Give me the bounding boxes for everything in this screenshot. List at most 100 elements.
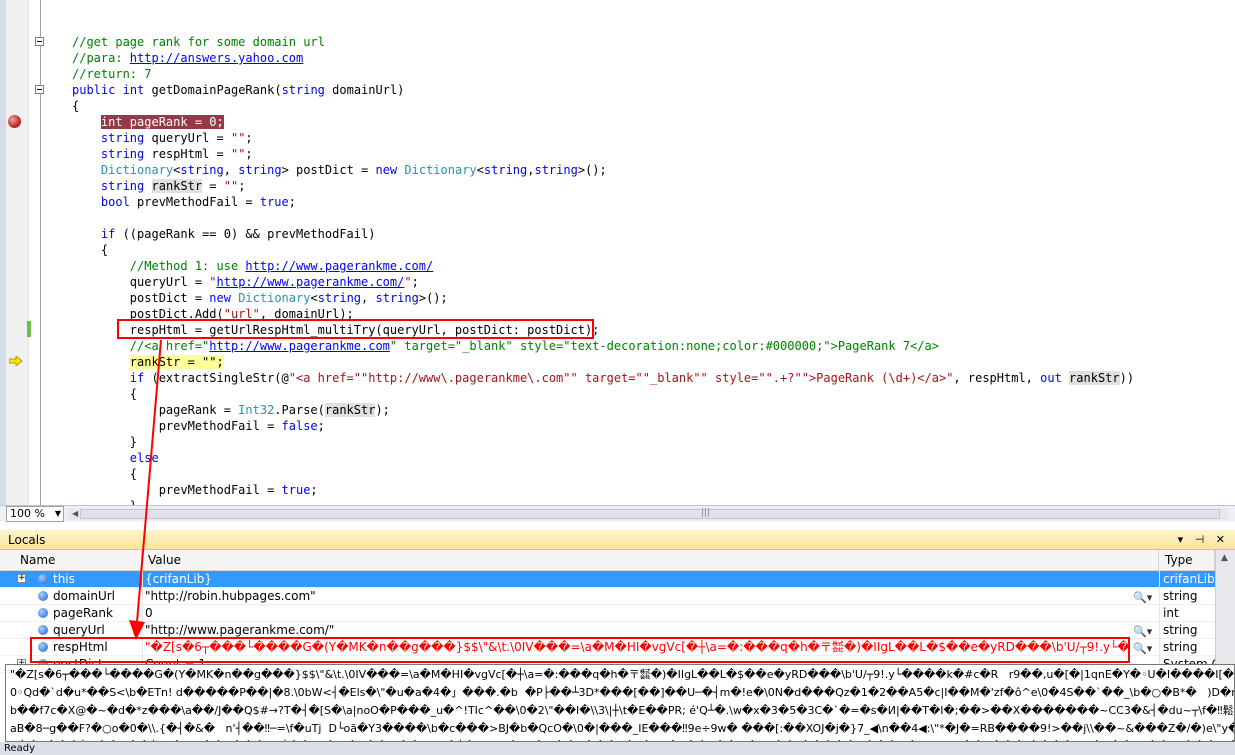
tooltip-line: "�Z[s�6┬���└����G�(Y�MK�n��g���}$$\"&\t.…	[10, 668, 1234, 681]
code-line[interactable]: //para: http://answers.yahoo.com	[72, 50, 303, 66]
code-token: string	[281, 83, 325, 97]
code-token: out	[1040, 371, 1062, 385]
annotation-box-value	[30, 637, 1130, 663]
code-token: <	[310, 291, 318, 305]
visualizer-search-icon[interactable]: 🔍▾	[1133, 640, 1152, 657]
horizontal-scrollbar[interactable]: ◀ |||	[68, 508, 1228, 520]
collapse-method-icon[interactable]	[35, 85, 44, 94]
column-separator	[142, 605, 143, 622]
local-type: crifanLib	[1163, 572, 1215, 586]
local-value[interactable]: "http://robin.hubpages.com"	[144, 588, 1129, 605]
code-line[interactable]: bool prevMethodFail = true;	[72, 194, 296, 210]
code-line[interactable]: pageRank = Int32.Parse(rankStr);	[72, 402, 390, 418]
code-line[interactable]: queryUrl = "http://www.pagerankme.com/";	[72, 274, 419, 290]
code-line[interactable]: //<a href="http://www.pagerankme.com" ta…	[72, 338, 939, 354]
code-line[interactable]: public int getDomainPageRank(string doma…	[72, 82, 404, 98]
code-line[interactable]: postDict = new Dictionary<string, string…	[72, 290, 448, 306]
code-token: ;	[245, 147, 253, 161]
scroll-up-icon[interactable]: ▲	[1221, 553, 1228, 563]
indicator-margin[interactable]	[6, 0, 28, 505]
code-token: if	[100, 227, 116, 241]
code-token: string	[534, 163, 578, 177]
locals-row[interactable]: domainUrl "http://robin.hubpages.com" stri…	[0, 588, 1215, 605]
code-line[interactable]: prevMethodFail = true;	[72, 482, 318, 498]
main-status-bar: Ready	[0, 742, 1235, 755]
code-token: ;	[411, 275, 419, 289]
scrollbar-thumb[interactable]: |||	[80, 508, 1220, 519]
code-token: }	[72, 435, 138, 449]
code-token: http://www.pagerankme.com/	[216, 275, 405, 289]
code-line[interactable]: rankStr = "";	[72, 354, 224, 370]
variable-icon	[38, 591, 48, 601]
code-token: rankStr	[324, 403, 376, 417]
code-token: string	[375, 291, 419, 305]
column-header-name[interactable]: Name	[14, 550, 142, 571]
code-token: http://www.pagerankme.com	[209, 339, 390, 353]
column-header-type[interactable]: Type	[1159, 550, 1215, 571]
code-token: int	[122, 83, 145, 97]
code-line[interactable]: //get page rank for some domain url	[72, 34, 325, 50]
window-controls[interactable]: ▾ ⊣ ✕	[1178, 530, 1229, 550]
variable-icon	[38, 574, 48, 584]
code-line[interactable]: }	[72, 498, 137, 505]
locals-title-bar[interactable]: Locals ▾ ⊣ ✕	[0, 530, 1235, 550]
local-type: string	[1163, 589, 1198, 603]
locals-row[interactable]: + this {crifanLib} crifanLib	[0, 571, 1215, 588]
code-line[interactable]: {	[72, 242, 108, 258]
code-line[interactable]: string queryUrl = "";	[72, 130, 253, 146]
code-line[interactable]: prevMethodFail = false;	[72, 418, 325, 434]
variable-icon	[38, 608, 48, 618]
code-token: //Method 1: use	[129, 259, 246, 273]
breakpoint-icon[interactable]	[8, 115, 21, 128]
code-line[interactable]: {	[72, 386, 137, 402]
code-line[interactable]: {	[72, 466, 137, 482]
local-name: pageRank	[53, 606, 113, 620]
code-token: ""	[230, 147, 246, 161]
code-line[interactable]: //Method 1: use http://www.pagerankme.co…	[72, 258, 433, 274]
code-token: rankStr	[1069, 371, 1120, 385]
code-token: Dictionary	[238, 291, 311, 305]
code-editor[interactable]: //get page rank for some domain url//par…	[0, 0, 1235, 505]
local-value[interactable]: 0	[144, 605, 1129, 622]
visualizer-search-icon[interactable]: 🔍▾	[1133, 623, 1152, 640]
code-line[interactable]: if (extractSingleStr(@"<a href=""http://…	[72, 370, 1134, 386]
locals-title: Locals	[8, 533, 46, 547]
code-token: //return: 7	[72, 67, 152, 81]
zoom-dropdown[interactable]: 100 % ▼	[6, 506, 64, 522]
code-line[interactable]: if ((pageRank == 0) && prevMethodFail)	[72, 226, 376, 242]
code-token: //get page rank for some domain url	[72, 35, 325, 49]
locals-row[interactable]: pageRank 0 int	[0, 605, 1215, 622]
code-line[interactable]: }	[72, 434, 137, 450]
code-token: false	[281, 419, 318, 433]
local-value[interactable]: {crifanLib}	[144, 571, 1129, 588]
scroll-left-icon[interactable]: ◀	[72, 508, 78, 520]
code-line[interactable]: Dictionary<string, string> postDict = ne…	[72, 162, 607, 178]
collapse-comment-icon[interactable]	[35, 37, 44, 46]
editor-status-bar: 100 % ▼ ◀ |||	[0, 505, 1235, 522]
expand-icon[interactable]: +	[17, 574, 26, 583]
code-token: string	[100, 147, 145, 161]
code-token: new	[375, 163, 398, 177]
code-line[interactable]: //return: 7	[72, 66, 151, 82]
code-token: rankStr	[151, 179, 203, 193]
code-line[interactable]: int pageRank = 0;	[72, 114, 224, 130]
code-token: {	[72, 387, 138, 401]
code-line[interactable]: {	[72, 98, 79, 114]
visualizer-search-icon[interactable]: 🔍▾	[1133, 589, 1152, 606]
code-line[interactable]: else	[72, 450, 159, 466]
code-token: queryUrl =	[72, 275, 210, 289]
code-line[interactable]: string rankStr = "";	[72, 178, 245, 194]
column-header-value[interactable]: Value	[142, 550, 1159, 571]
code-token: queryUrl =	[144, 131, 231, 145]
code-token: , respHtml,	[953, 371, 1041, 385]
local-name: domainUrl	[53, 589, 115, 603]
grip-icon: |||	[701, 508, 711, 518]
code-line[interactable]: string respHtml = "";	[72, 146, 253, 162]
code-token: pageRank =	[72, 403, 239, 417]
